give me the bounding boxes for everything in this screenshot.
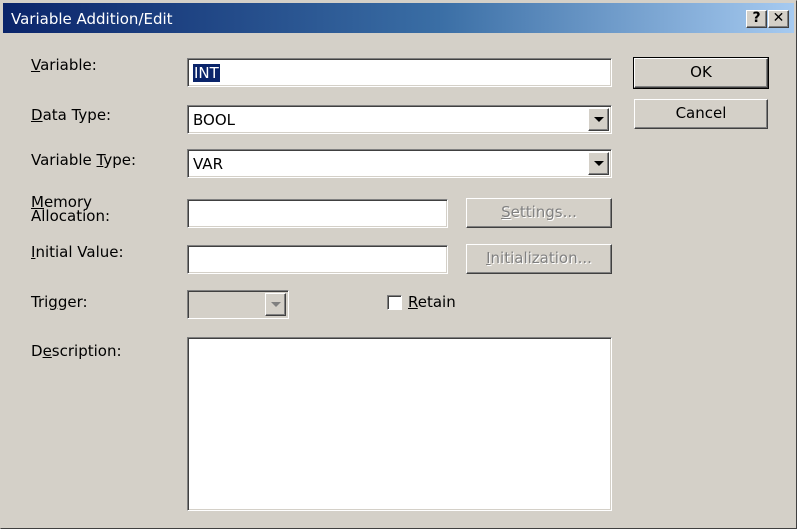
trigger-label: Trigger: [31,293,88,311]
help-button[interactable]: ? [746,10,767,28]
variable-type-select[interactable]: VAR [187,149,612,178]
ok-button[interactable]: OK [633,57,769,89]
initialization-button[interactable]: Initialization... [466,244,612,274]
memory-allocation-input[interactable] [187,199,448,228]
variable-type-label: Variable Type: [31,151,137,169]
retain-label[interactable]: Retain [408,293,456,311]
initial-value-label: Initial Value: [31,243,124,261]
description-textarea[interactable] [187,337,612,511]
chevron-down-icon[interactable] [588,108,609,131]
memory-allocation-label: Memory Allocation: [31,193,110,225]
chevron-down-icon[interactable] [265,293,286,316]
dialog-title: Variable Addition/Edit [11,10,173,28]
variable-input[interactable]: INT [187,58,612,87]
variable-type-value: VAR [193,155,223,173]
chevron-down-icon[interactable] [588,152,609,175]
cancel-button[interactable]: Cancel [634,99,768,129]
close-button[interactable]: ✕ [768,10,789,28]
variable-label: Variable: [31,56,97,74]
data-type-select[interactable]: BOOL [187,105,612,134]
title-bar: Variable Addition/Edit ? ✕ [3,3,794,33]
data-type-value: BOOL [193,111,235,129]
description-label: Description: [31,342,122,360]
retain-checkbox[interactable] [387,295,402,310]
variable-edit-dialog: Variable Addition/Edit ? ✕ Variable: INT… [0,0,797,529]
initial-value-input[interactable] [187,245,448,274]
settings-button[interactable]: Settings... [466,198,612,228]
variable-input-value: INT [193,64,220,82]
data-type-label: Data Type: [31,106,112,124]
trigger-select[interactable] [187,290,289,319]
